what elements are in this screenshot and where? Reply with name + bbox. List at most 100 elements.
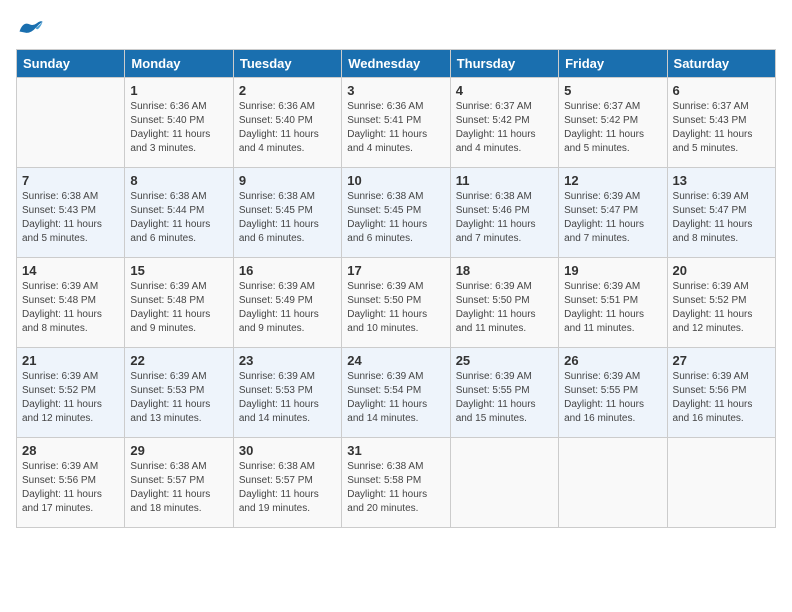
- calendar-cell: 18 Sunrise: 6:39 AM Sunset: 5:50 PM Dayli…: [450, 258, 558, 348]
- day-number: 10: [347, 173, 444, 188]
- calendar-cell: 4Sunrise: 6:37 AM Sunset: 5:42 PM Daylig…: [450, 78, 558, 168]
- calendar-header-wednesday: Wednesday: [342, 50, 450, 78]
- day-number: 30: [239, 443, 336, 458]
- day-info: Sunrise: 6:36 AM Sunset: 5:40 PM Dayligh…: [130, 100, 227, 156]
- calendar-header-tuesday: Tuesday: [233, 50, 341, 78]
- calendar-header-friday: Friday: [559, 50, 667, 78]
- calendar-week-2: 7 Sunrise: 6:38 AM Sunset: 5:43 PM Daylig…: [17, 168, 776, 258]
- day-info: Sunrise: 6:38 AM Sunset: 5:45 PM Dayligh…: [239, 190, 336, 246]
- day-number: 17: [347, 263, 444, 278]
- day-info: Sunrise: 6:39 AM Sunset: 5:56 PM Dayligh…: [673, 370, 770, 426]
- day-info: Sunrise: 6:39 AM Sunset: 5:56 PM Dayligh…: [22, 460, 119, 516]
- day-info: Sunrise: 6:39 AM Sunset: 5:53 PM Dayligh…: [130, 370, 227, 426]
- calendar-cell: 22 Sunrise: 6:39 AM Sunset: 5:53 PM Dayli…: [125, 348, 233, 438]
- day-info: Sunrise: 6:39 AM Sunset: 5:53 PM Dayligh…: [239, 370, 336, 426]
- calendar-cell: 10 Sunrise: 6:38 AM Sunset: 5:45 PM Dayli…: [342, 168, 450, 258]
- calendar-cell: 14Sunrise: 6:39 AM Sunset: 5:48 PM Dayli…: [17, 258, 125, 348]
- calendar-header-sunday: Sunday: [17, 50, 125, 78]
- calendar-header-row: SundayMondayTuesdayWednesdayThursdayFrid…: [17, 50, 776, 78]
- day-info: Sunrise: 6:37 AM Sunset: 5:43 PM Dayligh…: [673, 100, 770, 156]
- day-number: 21: [22, 353, 119, 368]
- calendar-cell: 24 Sunrise: 6:39 AM Sunset: 5:54 PM Dayli…: [342, 348, 450, 438]
- day-number: 22: [130, 353, 227, 368]
- calendar-cell: 5 Sunrise: 6:37 AM Sunset: 5:42 PM Daylig…: [559, 78, 667, 168]
- calendar-cell: 16Sunrise: 6:39 AM Sunset: 5:49 PM Dayli…: [233, 258, 341, 348]
- day-info: Sunrise: 6:39 AM Sunset: 5:50 PM Dayligh…: [347, 280, 444, 336]
- day-info: Sunrise: 6:36 AM Sunset: 5:41 PM Dayligh…: [347, 100, 444, 156]
- day-number: 14: [22, 263, 119, 278]
- day-info: Sunrise: 6:39 AM Sunset: 5:54 PM Dayligh…: [347, 370, 444, 426]
- day-info: Sunrise: 6:37 AM Sunset: 5:42 PM Dayligh…: [456, 100, 553, 156]
- day-info: Sunrise: 6:38 AM Sunset: 5:44 PM Dayligh…: [130, 190, 227, 246]
- calendar-cell: 27 Sunrise: 6:39 AM Sunset: 5:56 PM Dayli…: [667, 348, 775, 438]
- calendar-cell: 21 Sunrise: 6:39 AM Sunset: 5:52 PM Dayli…: [17, 348, 125, 438]
- day-number: 25: [456, 353, 553, 368]
- day-number: 31: [347, 443, 444, 458]
- calendar-cell: 1 Sunrise: 6:36 AM Sunset: 5:40 PM Daylig…: [125, 78, 233, 168]
- day-number: 18: [456, 263, 553, 278]
- calendar-table: SundayMondayTuesdayWednesdayThursdayFrid…: [16, 49, 776, 528]
- day-number: 29: [130, 443, 227, 458]
- calendar-week-1: 1 Sunrise: 6:36 AM Sunset: 5:40 PM Daylig…: [17, 78, 776, 168]
- page-header: [16, 16, 776, 39]
- calendar-cell: 31 Sunrise: 6:38 AM Sunset: 5:58 PM Dayli…: [342, 438, 450, 528]
- day-number: 7: [22, 173, 119, 188]
- calendar-cell: 12 Sunrise: 6:39 AM Sunset: 5:47 PM Dayli…: [559, 168, 667, 258]
- day-info: Sunrise: 6:38 AM Sunset: 5:43 PM Dayligh…: [22, 190, 119, 246]
- calendar-cell: 30 Sunrise: 6:38 AM Sunset: 5:57 PM Dayli…: [233, 438, 341, 528]
- day-info: Sunrise: 6:39 AM Sunset: 5:52 PM Dayligh…: [22, 370, 119, 426]
- calendar-cell: 28Sunrise: 6:39 AM Sunset: 5:56 PM Dayli…: [17, 438, 125, 528]
- day-info: Sunrise: 6:36 AM Sunset: 5:40 PM Dayligh…: [239, 100, 336, 156]
- day-info: Sunrise: 6:38 AM Sunset: 5:45 PM Dayligh…: [347, 190, 444, 246]
- calendar-cell: 20Sunrise: 6:39 AM Sunset: 5:52 PM Dayli…: [667, 258, 775, 348]
- calendar-week-4: 21 Sunrise: 6:39 AM Sunset: 5:52 PM Dayli…: [17, 348, 776, 438]
- calendar-cell: 19 Sunrise: 6:39 AM Sunset: 5:51 PM Dayli…: [559, 258, 667, 348]
- day-number: 5: [564, 83, 661, 98]
- calendar-week-5: 28Sunrise: 6:39 AM Sunset: 5:56 PM Dayli…: [17, 438, 776, 528]
- day-number: 1: [130, 83, 227, 98]
- day-info: Sunrise: 6:39 AM Sunset: 5:55 PM Dayligh…: [456, 370, 553, 426]
- day-number: 23: [239, 353, 336, 368]
- day-number: 8: [130, 173, 227, 188]
- calendar-cell: 2 Sunrise: 6:36 AM Sunset: 5:40 PM Daylig…: [233, 78, 341, 168]
- calendar-cell: [559, 438, 667, 528]
- calendar-cell: 8 Sunrise: 6:38 AM Sunset: 5:44 PM Daylig…: [125, 168, 233, 258]
- day-info: Sunrise: 6:38 AM Sunset: 5:58 PM Dayligh…: [347, 460, 444, 516]
- day-info: Sunrise: 6:39 AM Sunset: 5:48 PM Dayligh…: [130, 280, 227, 336]
- day-number: 27: [673, 353, 770, 368]
- day-info: Sunrise: 6:38 AM Sunset: 5:57 PM Dayligh…: [130, 460, 227, 516]
- day-number: 12: [564, 173, 661, 188]
- day-number: 9: [239, 173, 336, 188]
- day-info: Sunrise: 6:39 AM Sunset: 5:49 PM Dayligh…: [239, 280, 336, 336]
- calendar-cell: 9 Sunrise: 6:38 AM Sunset: 5:45 PM Daylig…: [233, 168, 341, 258]
- day-number: 3: [347, 83, 444, 98]
- day-info: Sunrise: 6:39 AM Sunset: 5:51 PM Dayligh…: [564, 280, 661, 336]
- day-number: 2: [239, 83, 336, 98]
- calendar-header-saturday: Saturday: [667, 50, 775, 78]
- day-info: Sunrise: 6:38 AM Sunset: 5:57 PM Dayligh…: [239, 460, 336, 516]
- day-info: Sunrise: 6:37 AM Sunset: 5:42 PM Dayligh…: [564, 100, 661, 156]
- calendar-body: 1 Sunrise: 6:36 AM Sunset: 5:40 PM Daylig…: [17, 78, 776, 528]
- day-info: Sunrise: 6:38 AM Sunset: 5:46 PM Dayligh…: [456, 190, 553, 246]
- calendar-week-3: 14 Sunrise: 6:39 AM Sunset: 5:48 PM Dayli…: [17, 258, 776, 348]
- day-info: Sunrise: 6:39 AM Sunset: 5:47 PM Dayligh…: [564, 190, 661, 246]
- day-number: 19: [564, 263, 661, 278]
- day-info: Sunrise: 6:39 AM Sunset: 5:47 PM Dayligh…: [673, 190, 770, 246]
- day-number: 6: [673, 83, 770, 98]
- day-number: 11: [456, 173, 553, 188]
- day-info: Sunrise: 6:39 AM Sunset: 5:52 PM Dayligh…: [673, 280, 770, 336]
- calendar-header-monday: Monday: [125, 50, 233, 78]
- calendar-header-thursday: Thursday: [450, 50, 558, 78]
- calendar-cell: [450, 438, 558, 528]
- calendar-cell: 23 Sunrise: 6:39 AM Sunset: 5:53 PM Dayli…: [233, 348, 341, 438]
- day-number: 24: [347, 353, 444, 368]
- day-number: 26: [564, 353, 661, 368]
- calendar-cell: 25 Sunrise: 6:39 AM Sunset: 5:55 PM Dayli…: [450, 348, 558, 438]
- calendar-cell: 17 Sunrise: 6:39 AM Sunset: 5:50 PM Dayli…: [342, 258, 450, 348]
- calendar-cell: 15Sunrise: 6:39 AM Sunset: 5:48 PM Dayli…: [125, 258, 233, 348]
- calendar-cell: [667, 438, 775, 528]
- calendar-cell: 3 Sunrise: 6:36 AM Sunset: 5:41 PM Daylig…: [342, 78, 450, 168]
- day-info: Sunrise: 6:39 AM Sunset: 5:50 PM Dayligh…: [456, 280, 553, 336]
- calendar-cell: 6 Sunrise: 6:37 AM Sunset: 5:43 PM Daylig…: [667, 78, 775, 168]
- calendar-cell: 29 Sunrise: 6:38 AM Sunset: 5:57 PM Dayli…: [125, 438, 233, 528]
